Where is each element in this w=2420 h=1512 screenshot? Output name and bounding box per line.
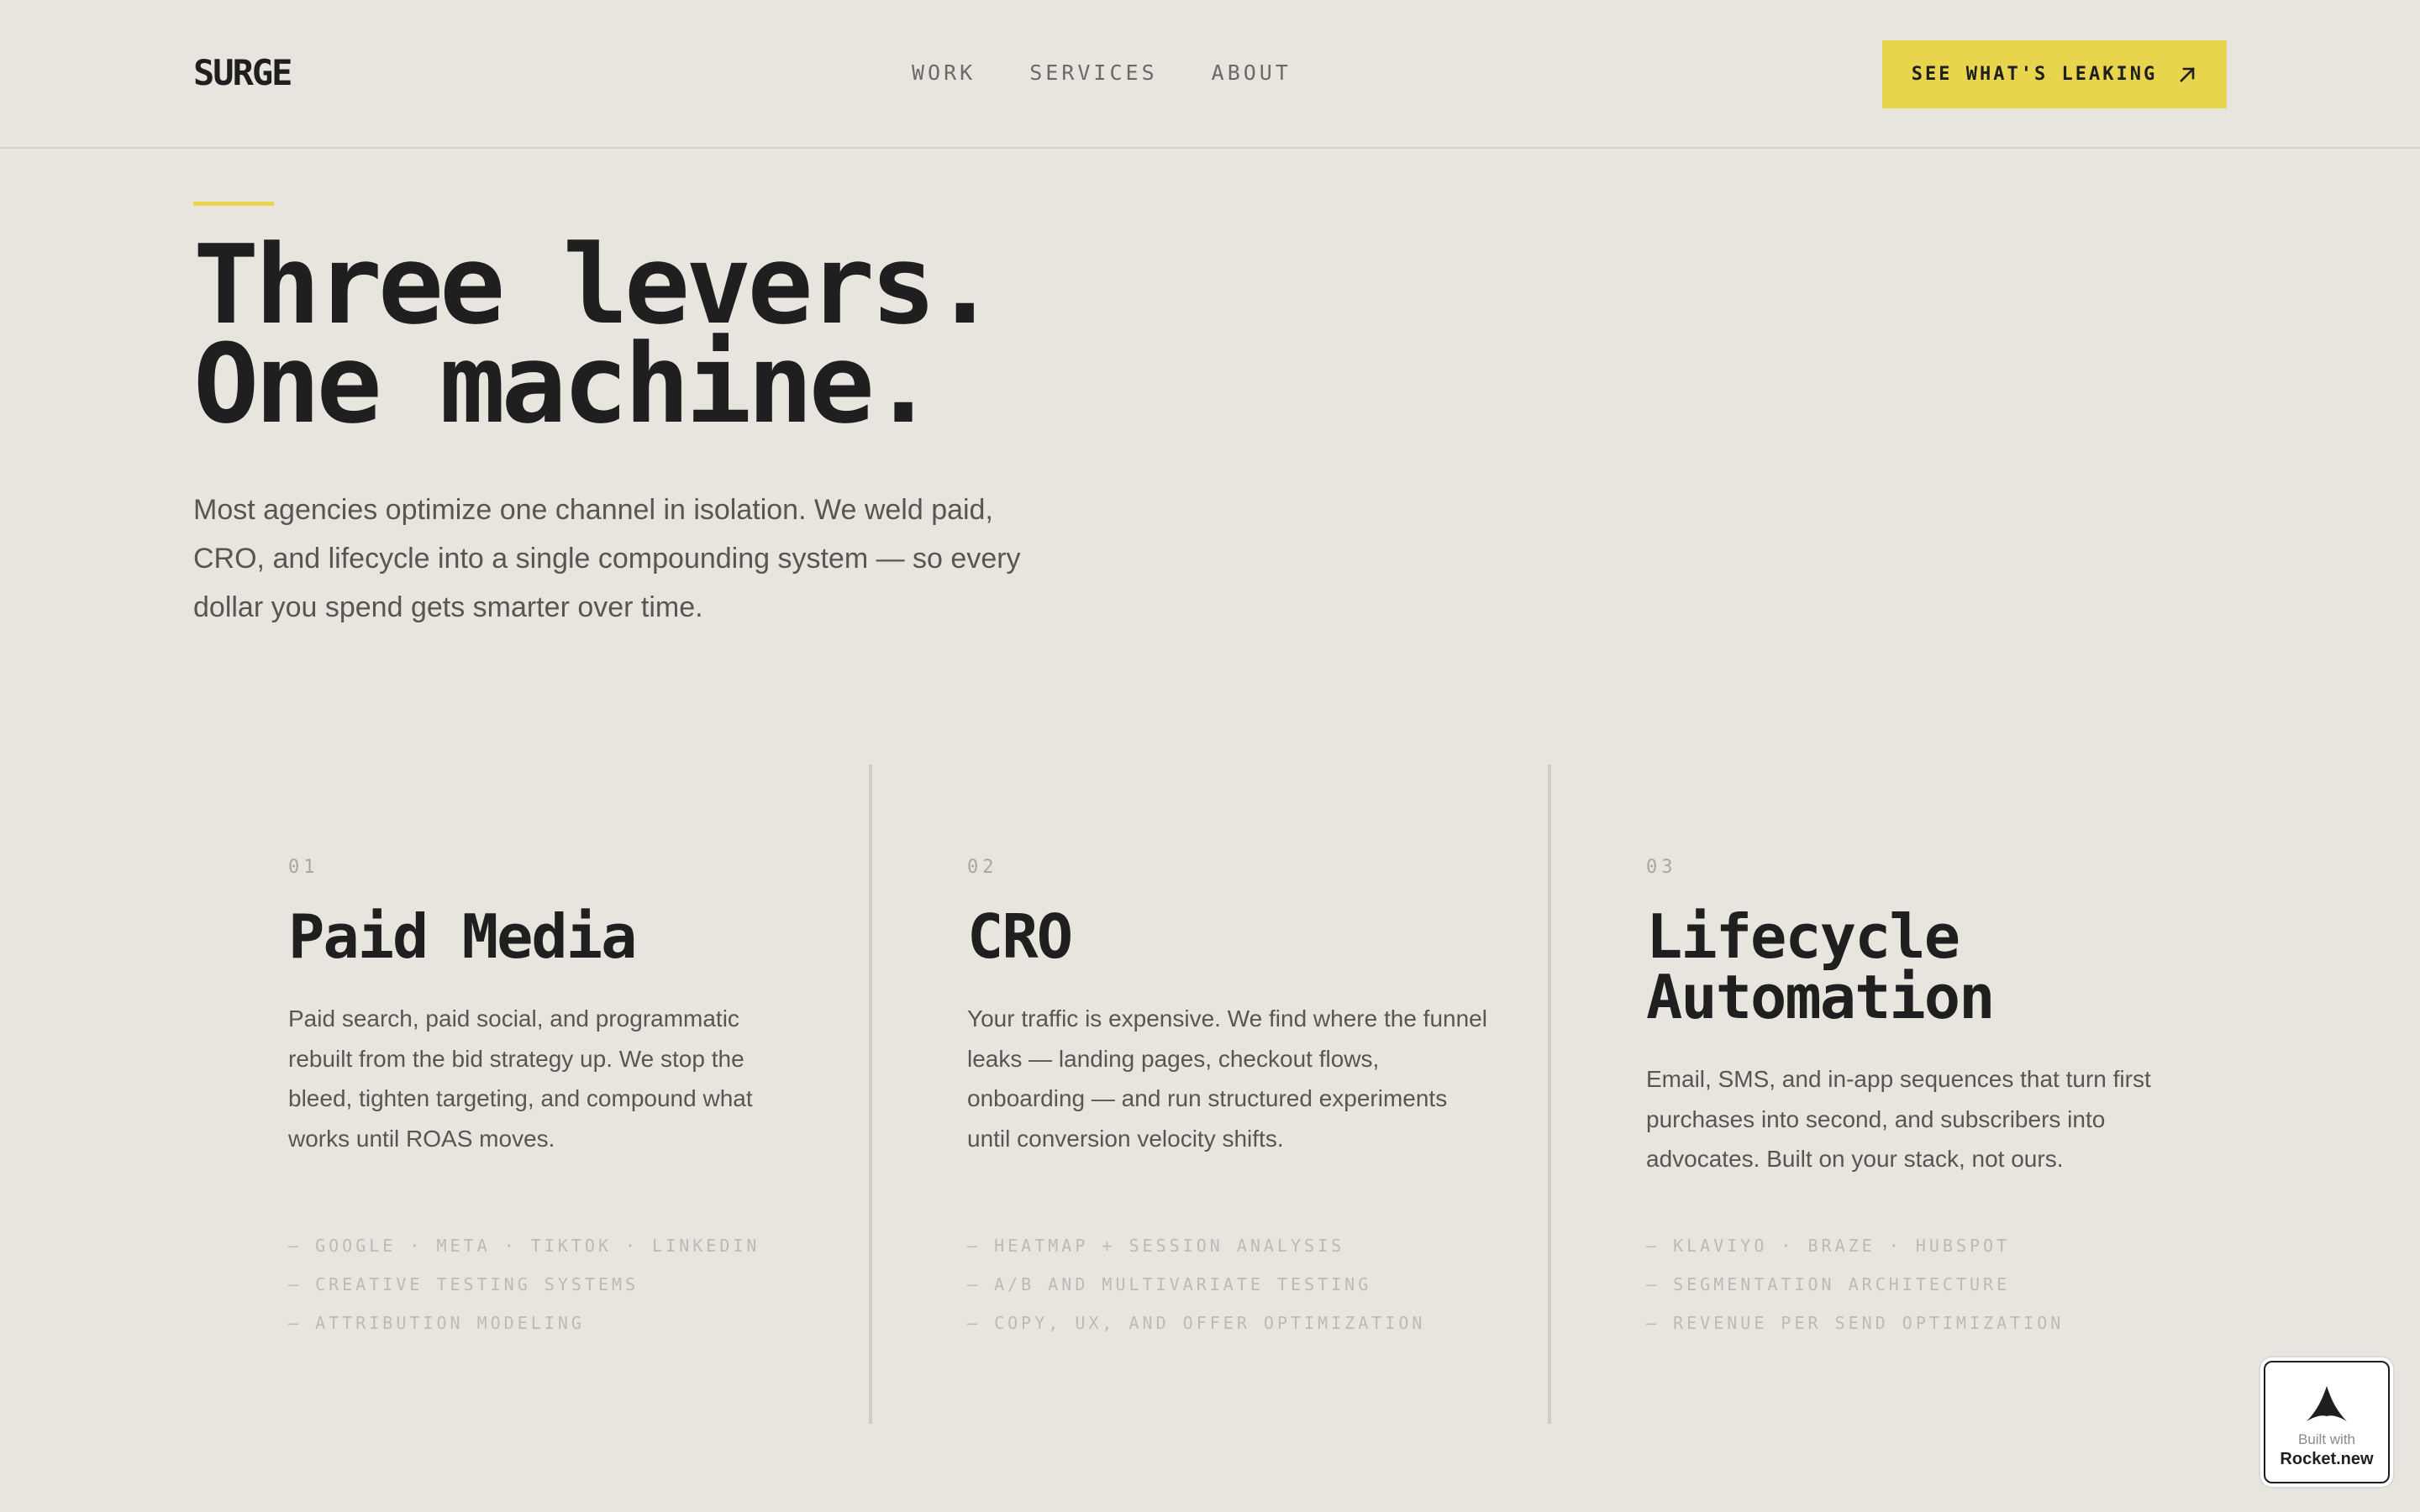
see-whats-leaking-button[interactable]: SEE WHAT'S LEAKING	[1882, 40, 2227, 108]
column-title-line: Automation	[1646, 962, 1995, 1032]
column-title-line: Lifecycle	[1646, 901, 1960, 972]
hero-subtitle: Most agencies optimize one channel in is…	[193, 494, 1021, 623]
column-body: Email, SMS, and in-app sequences that tu…	[1646, 1066, 2151, 1172]
column-body: Your traffic is expensive. We find where…	[967, 1005, 1487, 1152]
built-with-rocket-badge[interactable]: Built with Rocket.new	[2264, 1361, 2390, 1483]
column-title-line: CRO	[967, 901, 1073, 972]
accent-bar	[193, 202, 274, 206]
service-column-paid-media: 01 Paid Media Paid search, paid social, …	[288, 857, 809, 1333]
tag-item: — ATTRIBUTION MODELING	[288, 1313, 585, 1333]
tag-item: — A/B AND MULTIVARIATE TESTING	[967, 1274, 1372, 1294]
column-tags: — HEATMAP + SESSION ANALYSIS — A/B AND M…	[967, 1226, 1425, 1342]
site-header: SURGE WORK SERVICES ABOUT SEE WHAT'S LEA…	[0, 0, 2420, 149]
tag-item: — CREATIVE TESTING SYSTEMS	[288, 1274, 639, 1294]
hero-title-line-2: One machine.	[193, 320, 936, 448]
column-title: Paid Media	[288, 906, 809, 967]
service-column-lifecycle: 03 Lifecycle Automation Email, SMS, and …	[1646, 857, 2167, 1333]
column-number: 03	[1646, 857, 1677, 878]
arrow-up-right-icon	[2180, 66, 2196, 82]
page: SURGE WORK SERVICES ABOUT SEE WHAT'S LEA…	[0, 0, 2420, 1512]
column-title: CRO	[967, 906, 1488, 967]
tag-item: — GOOGLE · META · TIKTOK · LINKEDIN	[288, 1236, 760, 1256]
column-number: 01	[288, 857, 319, 878]
column-divider	[869, 764, 872, 1424]
logo[interactable]: SURGE	[193, 52, 292, 93]
nav-services[interactable]: SERVICES	[1029, 60, 1157, 85]
cta-label: SEE WHAT'S LEAKING	[1911, 64, 2158, 85]
badge-line-2: Rocket.new	[2280, 1450, 2374, 1468]
column-divider	[1548, 764, 1551, 1424]
main-nav: WORK SERVICES ABOUT	[912, 60, 1292, 85]
nav-work[interactable]: WORK	[912, 60, 976, 85]
hero-title: Three levers. One machine.	[193, 230, 997, 448]
tag-item: — HEATMAP + SESSION ANALYSIS	[967, 1236, 1345, 1256]
column-tags: — KLAVIYO · BRAZE · HUBSPOT — SEGMENTATI…	[1646, 1226, 2064, 1342]
rocket-icon	[2307, 1386, 2347, 1421]
tag-item: — COPY, UX, AND OFFER OPTIMIZATION	[967, 1313, 1426, 1333]
tag-item: — SEGMENTATION ARCHITECTURE	[1646, 1274, 2011, 1294]
tag-item: — REVENUE PER SEND OPTIMIZATION	[1646, 1313, 2065, 1333]
column-tags: — GOOGLE · META · TIKTOK · LINKEDIN — CR…	[288, 1226, 760, 1342]
badge-line-1: Built with	[2297, 1431, 2356, 1447]
column-number: 02	[967, 857, 998, 878]
tag-item: — KLAVIYO · BRAZE · HUBSPOT	[1646, 1236, 2011, 1256]
column-title-line: Paid Media	[288, 901, 637, 972]
service-column-cro: 02 CRO Your traffic is expensive. We fin…	[967, 857, 1488, 1333]
nav-about[interactable]: ABOUT	[1212, 60, 1292, 85]
column-body: Paid search, paid social, and programmat…	[288, 1005, 753, 1152]
column-title: Lifecycle Automation	[1646, 906, 2167, 1027]
